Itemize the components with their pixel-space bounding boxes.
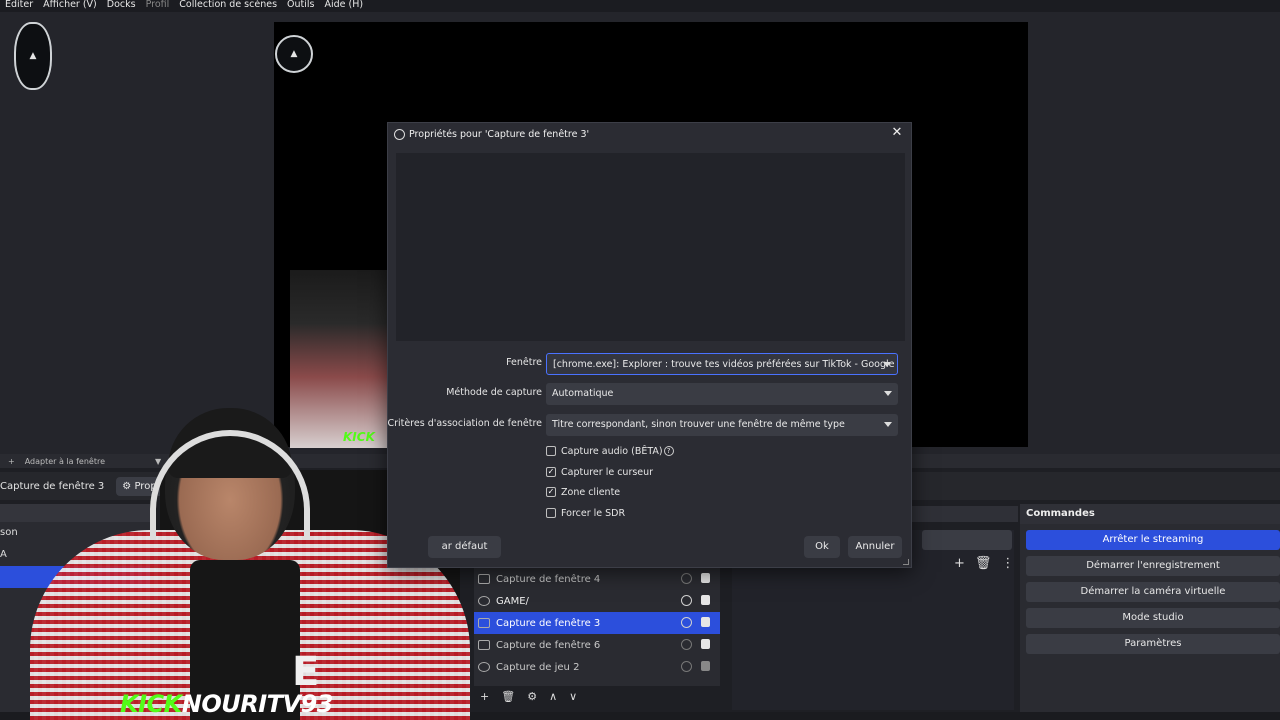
- lock-icon[interactable]: [701, 573, 710, 583]
- studio-mode-button[interactable]: Mode studio: [1026, 608, 1280, 628]
- dock-header: [912, 506, 1018, 522]
- close-icon[interactable]: ✕: [889, 125, 905, 141]
- window-select[interactable]: [chrome.exe]: Explorer : trouve tes vidé…: [546, 353, 898, 375]
- channel-logo: ▲: [14, 22, 52, 90]
- source-row[interactable]: Capture de fenêtre 6: [474, 634, 720, 656]
- gear-icon[interactable]: ⚙: [527, 690, 537, 703]
- start-recording-button[interactable]: Démarrer l'enregistrement: [1026, 556, 1280, 576]
- transition-dropdown[interactable]: [922, 530, 1012, 550]
- source-name: Capture de fenêtre 4: [496, 573, 601, 585]
- defaults-button[interactable]: ar défaut: [428, 536, 501, 558]
- window-match-label: Critères d'association de fenêtre: [387, 418, 542, 429]
- eye-icon[interactable]: [681, 617, 692, 628]
- start-virtual-camera-button[interactable]: Démarrer la caméra virtuelle: [1026, 582, 1280, 602]
- lock-icon[interactable]: [701, 639, 710, 649]
- menu-view[interactable]: Afficher (V): [38, 0, 102, 12]
- menu-bar: Editer Afficher (V) Docks Profil Collect…: [0, 0, 1280, 12]
- resize-grip-icon[interactable]: [903, 559, 909, 565]
- window-select-value: [chrome.exe]: Explorer : trouve tes vidé…: [553, 359, 898, 370]
- trash-icon[interactable]: 🗑: [501, 690, 515, 703]
- stop-streaming-button[interactable]: Arrêter le streaming: [1026, 530, 1280, 550]
- window-label: Fenêtre: [506, 357, 542, 368]
- sources-dock: Capture de fenêtre 4 GAME/ Capture de fe…: [474, 568, 720, 686]
- checkmark-icon[interactable]: ✓: [546, 487, 556, 497]
- window-match-value: Titre correspondant, sinon trouver une f…: [552, 419, 845, 430]
- kick-username-overlay: KICKNOURITV93: [120, 690, 333, 718]
- source-row[interactable]: Capture de fenêtre 4: [474, 568, 720, 590]
- move-up-icon[interactable]: ∧: [549, 690, 557, 703]
- capture-cursor-checkbox[interactable]: ✓ Capturer le curseur: [546, 465, 653, 479]
- more-icon[interactable]: ⋮: [1001, 556, 1014, 571]
- capture-cursor-label: Capturer le curseur: [561, 466, 654, 478]
- lock-icon[interactable]: [701, 661, 710, 671]
- checkbox-unchecked[interactable]: [546, 508, 556, 518]
- dialog-title: Propriétés pour 'Capture de fenêtre 3': [409, 128, 590, 140]
- source-row[interactable]: GAME/: [474, 590, 720, 612]
- kick-logo-text: KICK: [120, 690, 182, 718]
- username-text: NOURITV93: [181, 690, 334, 718]
- help-icon[interactable]: ?: [663, 446, 674, 456]
- ok-button[interactable]: Ok: [804, 536, 840, 558]
- dialog-preview: [396, 153, 905, 341]
- source-name: Capture de fenêtre 3: [496, 617, 601, 629]
- window-match-row: Critères d'association de fenêtre Titre …: [387, 414, 913, 436]
- window-match-select[interactable]: Titre correspondant, sinon trouver une f…: [546, 414, 898, 436]
- client-area-checkbox[interactable]: ✓ Zone cliente: [546, 485, 620, 499]
- capture-method-label: Méthode de capture: [446, 387, 542, 398]
- controls-dock: Commandes Arrêter le streaming Démarrer …: [1020, 504, 1280, 714]
- shirt-letter: E: [292, 649, 320, 695]
- lock-icon[interactable]: [701, 595, 710, 605]
- menu-profile[interactable]: Profil: [141, 0, 175, 12]
- eye-hidden-icon[interactable]: [681, 639, 692, 650]
- window-row: Fenêtre [chrome.exe]: Explorer : trouve …: [388, 353, 913, 375]
- dialog-titlebar: Propriétés pour 'Capture de fenêtre 3': [388, 123, 911, 145]
- chevron-down-icon: [884, 391, 892, 396]
- menu-docks[interactable]: Docks: [102, 0, 141, 12]
- capture-method-row: Méthode de capture Automatique: [388, 383, 913, 405]
- canvas-logo: ▲: [275, 35, 313, 73]
- capture-audio-label: Capture audio (BÊTA): [561, 445, 663, 457]
- eye-hidden-icon[interactable]: [681, 661, 692, 672]
- menu-scene-collection[interactable]: Collection de scènes: [174, 0, 282, 12]
- source-name: Capture de jeu 2: [496, 661, 580, 673]
- chevron-down-icon: [883, 362, 891, 367]
- capture-audio-checkbox[interactable]: Capture audio (BÊTA) ?: [546, 444, 674, 458]
- eye-icon[interactable]: [681, 595, 692, 606]
- force-sdr-label: Forcer le SDR: [561, 507, 626, 519]
- source-row[interactable]: Capture de jeu 2: [474, 656, 720, 678]
- checkmark-icon[interactable]: ✓: [546, 467, 556, 477]
- obs-icon: [394, 128, 405, 140]
- move-down-icon[interactable]: ∨: [569, 690, 577, 703]
- properties-dialog: Propriétés pour 'Capture de fenêtre 3' ✕…: [387, 122, 912, 568]
- capture-method-select[interactable]: Automatique: [546, 383, 898, 405]
- lock-icon[interactable]: [701, 617, 710, 627]
- transition-tools: + 🗑 ⋮: [954, 556, 1014, 571]
- chevron-down-icon: [884, 422, 892, 427]
- force-sdr-checkbox[interactable]: Forcer le SDR: [546, 506, 625, 520]
- cancel-button[interactable]: Annuler: [848, 536, 902, 558]
- eye-hidden-icon[interactable]: [681, 573, 692, 584]
- capture-method-value: Automatique: [552, 388, 614, 399]
- checkbox-unchecked[interactable]: [546, 446, 556, 456]
- menu-tools[interactable]: Outils: [282, 0, 319, 12]
- settings-button[interactable]: Paramètres: [1026, 634, 1280, 654]
- source-row-selected[interactable]: Capture de fenêtre 3: [474, 612, 720, 634]
- source-name: GAME/: [496, 595, 529, 607]
- menu-help[interactable]: Aide (H): [319, 0, 368, 12]
- controls-title: Commandes: [1020, 504, 1280, 524]
- trash-icon[interactable]: 🗑: [975, 556, 992, 571]
- sources-toolbar: + 🗑 ⚙ ∧ ∨: [480, 688, 590, 704]
- add-icon[interactable]: +: [954, 556, 965, 571]
- source-name: Capture de fenêtre 6: [496, 639, 601, 651]
- client-area-label: Zone cliente: [561, 486, 621, 498]
- menu-edit[interactable]: Editer: [0, 0, 38, 12]
